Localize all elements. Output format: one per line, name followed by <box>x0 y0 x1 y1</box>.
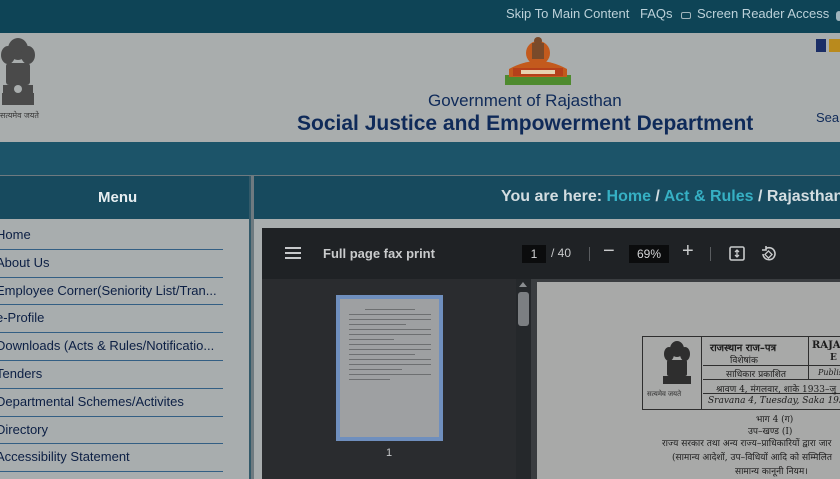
gazette-body-line: राज्य सरकार तथा अन्य राज्य–प्राधिकारियों… <box>662 439 832 449</box>
gazette-date-english: Sravana 4, Tuesday, Saka 1933–J <box>708 396 840 406</box>
gazette-authority-hindi: साधिकार प्रकाशित <box>726 370 787 380</box>
breadcrumb: You are here: Home / Act & Rules / Rajas… <box>501 188 840 206</box>
sidebar: Menu Home About Us Employee Corner(Senio… <box>0 176 251 479</box>
page-number-input[interactable]: 1 <box>522 245 546 263</box>
menu-title: Menu <box>98 189 138 206</box>
breadcrumb-bar: You are here: Home / Act & Rules / Rajas… <box>254 176 840 219</box>
menu-item-about-us[interactable]: About Us <box>0 250 223 278</box>
rotate-icon[interactable] <box>760 245 777 262</box>
breadcrumb-separator-2: / <box>753 188 767 205</box>
pdf-title: Full page fax print <box>323 246 435 261</box>
emblem-caption: सत्यमेव जयते <box>0 111 39 120</box>
search-label[interactable]: Sear <box>816 110 840 125</box>
screen-reader-access-link[interactable]: Screen Reader Access <box>697 6 829 21</box>
breadcrumb-act-rules-link[interactable]: Act & Rules <box>664 188 754 205</box>
page-thumbnail[interactable] <box>336 295 443 441</box>
font-size-icon[interactable] <box>836 11 840 21</box>
department-title: Social Justice and Empowerment Departmen… <box>297 112 754 135</box>
breadcrumb-home-link[interactable]: Home <box>607 188 651 205</box>
fit-to-page-icon[interactable] <box>729 246 745 261</box>
toolbar-divider <box>589 247 590 261</box>
top-utility-bar: Skip To Main Content FAQs Screen Reader … <box>0 0 840 33</box>
gazette-extraordinary-english: E <box>830 353 837 363</box>
faqs-link[interactable]: FAQs <box>640 6 673 21</box>
zoom-level-input[interactable]: 69% <box>629 245 669 263</box>
menu-item-accessibility-statement[interactable]: Accessibility Statement <box>0 444 223 473</box>
toolbar-divider-2 <box>710 247 711 261</box>
gazette-emblem-icon <box>663 341 691 384</box>
menu-header: Menu <box>0 176 249 219</box>
gazette-emblem-caption: सत्यमेव जयते <box>647 391 682 398</box>
gazette-body-line: (सामान्य आदेशों, उप–विधियों आदि को सम्मि… <box>672 453 833 463</box>
screen-reader-icon <box>681 12 691 19</box>
menu-item-home[interactable]: Home <box>0 222 223 250</box>
zoom-out-button[interactable]: − <box>603 240 615 263</box>
menu-list: Home About Us Employee Corner(Seniority … <box>0 222 223 473</box>
gazette-date-hindi: श्रावण 4, मंगलवार, शाके 1933–जु <box>716 385 837 395</box>
breadcrumb-prefix: You are here: <box>501 188 607 205</box>
gazette-divider <box>808 336 809 380</box>
menu-item-downloads[interactable]: Downloads (Acts & Rules/Notificatio... <box>0 333 223 361</box>
breadcrumb-current: Rajasthan <box>766 188 840 205</box>
theme-blue-swatch[interactable] <box>816 39 826 52</box>
menu-item-directory[interactable]: Directory <box>0 417 223 445</box>
skip-to-main-content-link[interactable]: Skip To Main Content <box>506 6 629 21</box>
site-header: सत्यमेव जयते Government of Rajasthan Soc… <box>0 33 840 142</box>
national-emblem-icon <box>1 38 35 105</box>
breadcrumb-separator: / <box>650 188 664 205</box>
scroll-up-arrow-icon[interactable] <box>519 282 527 287</box>
rajasthan-logo-icon <box>505 37 571 85</box>
menu-item-tenders[interactable]: Tenders <box>0 361 223 389</box>
thumbnail-page-number: 1 <box>386 447 393 459</box>
menu-item-e-profile[interactable]: e-Profile <box>0 305 223 334</box>
menu-item-employee-corner[interactable]: Employee Corner(Seniority List/Tran... <box>0 278 223 306</box>
navigation-band <box>0 142 840 175</box>
gazette-title-english: RAJAST <box>812 340 840 351</box>
scrollbar-thumb[interactable] <box>518 292 529 326</box>
government-title: Government of Rajasthan <box>428 91 622 110</box>
zoom-in-button[interactable]: + <box>682 240 694 263</box>
menu-item-departmental-schemes[interactable]: Departmental Schemes/Activites <box>0 389 223 417</box>
gazette-extraordinary-hindi: विशेषांक <box>730 356 758 366</box>
gazette-authority-english: Publis <box>818 368 840 377</box>
menu-icon[interactable] <box>285 247 301 259</box>
gazette-title-hindi: राजस्थान राज–पत्र <box>710 343 777 354</box>
theme-gold-swatch[interactable] <box>829 39 840 52</box>
page-total: / 40 <box>551 246 572 260</box>
gazette-body-line: सामान्य कानूनी नियम। <box>735 467 808 477</box>
